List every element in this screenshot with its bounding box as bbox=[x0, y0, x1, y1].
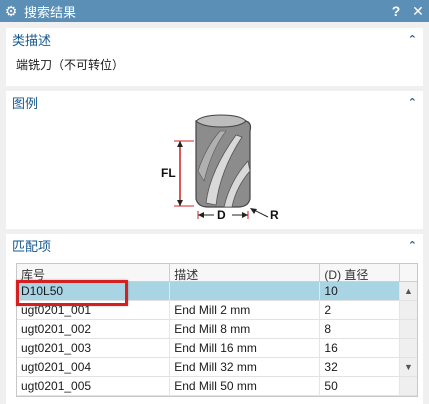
cell-library-id: ugt0201_005 bbox=[17, 377, 171, 395]
cell-library-id: ugt0201_002 bbox=[17, 320, 171, 338]
cell-library-id: ugt0201_003 bbox=[17, 339, 171, 357]
matches-title: 匹配项 bbox=[12, 238, 52, 254]
collapse-caret-icon[interactable]: ⌃ bbox=[408, 96, 417, 109]
legend-title: 图例 bbox=[12, 95, 39, 111]
cell-description: End Mill 50 mm bbox=[170, 377, 321, 395]
type-description-section: 类描述 ⌃ 端铣刀（不可转位） bbox=[6, 28, 423, 86]
matches-header[interactable]: 匹配项 ⌃ bbox=[6, 234, 423, 256]
cell-library-id: ugt0201_004 bbox=[17, 358, 171, 376]
scrollbar-track[interactable] bbox=[400, 320, 417, 338]
cell-diameter: 50 bbox=[320, 377, 401, 395]
column-header-diameter[interactable]: (D) 直径 bbox=[320, 264, 401, 282]
legend-header[interactable]: 图例 ⌃ bbox=[6, 91, 423, 113]
cell-diameter: 2 bbox=[320, 301, 401, 319]
cell-diameter: 16 bbox=[320, 339, 401, 357]
scrollbar-track[interactable] bbox=[400, 301, 417, 319]
table-row[interactable]: ugt0201_005 End Mill 50 mm 50 bbox=[17, 377, 417, 396]
close-button[interactable]: ✕ bbox=[407, 0, 429, 22]
legend-section: 图例 ⌃ FL D R bbox=[6, 91, 423, 229]
fl-label: FL bbox=[161, 166, 176, 180]
collapse-caret-icon[interactable]: ⌃ bbox=[408, 33, 417, 46]
scroll-up-arrow-icon[interactable]: ▲ bbox=[400, 282, 417, 300]
table-row[interactable]: ugt0201_002 End Mill 8 mm 8 bbox=[17, 320, 417, 339]
gear-icon[interactable]: ⚙ bbox=[0, 0, 22, 22]
scrollbar-track[interactable] bbox=[400, 339, 417, 357]
table-row[interactable]: ugt0201_004 End Mill 32 mm 32 ▼ bbox=[17, 358, 417, 377]
title-bar: ⚙ 搜索结果 ? ✕ bbox=[0, 0, 429, 22]
collapse-caret-icon[interactable]: ⌃ bbox=[408, 239, 417, 252]
d-label: D bbox=[217, 208, 226, 221]
cell-description: End Mill 8 mm bbox=[170, 320, 321, 338]
cell-description: End Mill 32 mm bbox=[170, 358, 321, 376]
matches-section: 匹配项 ⌃ 库号 描述 (D) 直径 D10L50 10 ▲ ugt0201_0… bbox=[6, 234, 423, 404]
end-mill-diagram: FL D R bbox=[161, 114, 279, 221]
header-spacer bbox=[400, 264, 417, 281]
column-header-library-id[interactable]: 库号 bbox=[17, 264, 171, 282]
cell-diameter: 32 bbox=[320, 358, 401, 376]
column-header-description[interactable]: 描述 bbox=[170, 264, 321, 282]
help-button[interactable]: ? bbox=[385, 0, 407, 22]
type-description-title: 类描述 bbox=[12, 32, 52, 48]
type-description-value: 端铣刀（不可转位） bbox=[16, 58, 125, 72]
cell-description: End Mill 2 mm bbox=[170, 301, 321, 319]
cell-diameter: 10 bbox=[320, 282, 401, 300]
cell-description bbox=[170, 282, 321, 300]
scroll-down-arrow-icon[interactable]: ▼ bbox=[400, 358, 417, 376]
window-title: 搜索结果 bbox=[24, 4, 77, 20]
cell-description: End Mill 16 mm bbox=[170, 339, 321, 357]
cell-diameter: 8 bbox=[320, 320, 401, 338]
type-description-header[interactable]: 类描述 ⌃ bbox=[6, 28, 423, 50]
r-label: R bbox=[270, 208, 279, 221]
scrollbar-track bbox=[400, 377, 417, 395]
selection-highlight-box bbox=[16, 280, 128, 306]
table-row[interactable]: ugt0201_003 End Mill 16 mm 16 bbox=[17, 339, 417, 358]
